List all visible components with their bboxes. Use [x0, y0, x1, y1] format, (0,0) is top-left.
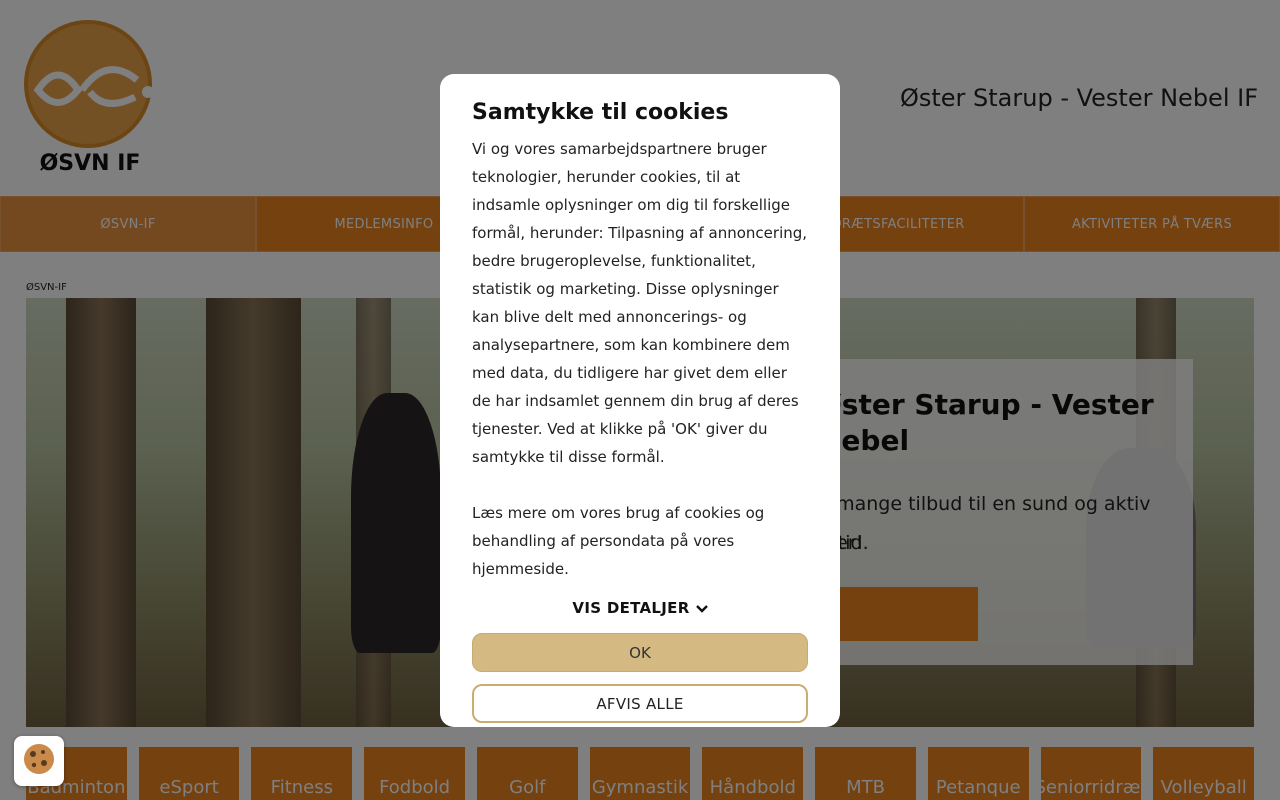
show-details-toggle[interactable]: VIS DETALJER — [472, 599, 808, 617]
chevron-down-icon — [695, 599, 708, 617]
cookie-dialog-more[interactable]: Læs mere om vores brug af cookies og beh… — [472, 499, 808, 583]
show-details-label: VIS DETALJER — [572, 599, 690, 617]
cookie-dialog-body: Vi og vores samarbejdspartnere bruger te… — [472, 140, 808, 466]
cookie-consent-dialog: Samtykke til cookies Vi og vores samarbe… — [440, 74, 840, 727]
ok-button[interactable]: OK — [472, 633, 808, 672]
cookie-dialog-title: Samtykke til cookies — [472, 100, 729, 125]
cookie-icon — [22, 742, 56, 780]
cookie-settings-button[interactable] — [14, 736, 64, 786]
reject-all-button[interactable]: AFVIS ALLE — [472, 684, 808, 723]
